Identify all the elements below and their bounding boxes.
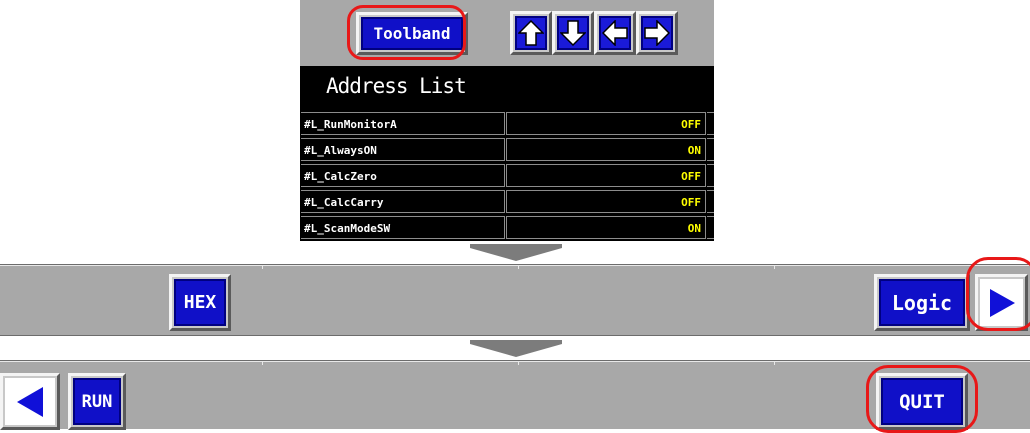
flow-arrow-down-icon — [470, 340, 562, 357]
table-row[interactable]: #L_CalcZero OFF — [300, 164, 714, 188]
address-value: OFF — [506, 164, 706, 187]
address-list-header: Address List — [300, 66, 714, 111]
flow-arrow-down-icon — [470, 244, 562, 261]
logic-button[interactable]: Logic — [874, 274, 970, 331]
scroll-down-button[interactable] — [552, 11, 594, 55]
hex-button[interactable]: HEX — [169, 274, 231, 331]
prev-page-button[interactable] — [0, 373, 60, 430]
cell-edge — [707, 138, 714, 161]
scroll-left-button[interactable] — [594, 11, 636, 55]
address-list-title: Address List — [326, 74, 467, 98]
scroll-right-button[interactable] — [636, 11, 678, 55]
address-name: #L_CalcZero — [301, 164, 505, 187]
table-row[interactable]: #L_AlwaysON ON — [300, 138, 714, 162]
arrow-right-icon — [644, 20, 670, 46]
address-value: OFF — [506, 112, 706, 135]
quit-highlight — [866, 365, 978, 433]
address-value: ON — [506, 216, 706, 239]
cell-edge — [707, 190, 714, 213]
next-page-highlight — [966, 257, 1030, 331]
toolband-bar-page1: HEX Logic — [0, 257, 1030, 336]
run-label: RUN — [81, 391, 113, 412]
address-name: #L_AlwaysON — [301, 138, 505, 161]
address-list-table: #L_RunMonitorA OFF #L_AlwaysON ON #L_Cal… — [300, 111, 714, 241]
hex-label: HEX — [183, 292, 217, 313]
logic-label: Logic — [891, 290, 953, 315]
address-name: #L_ScanModeSW — [301, 216, 505, 239]
address-name: #L_CalcCarry — [301, 190, 505, 213]
table-row[interactable]: #L_CalcCarry OFF — [300, 190, 714, 214]
run-button[interactable]: RUN — [68, 373, 126, 430]
table-row[interactable]: #L_ScanModeSW ON — [300, 216, 714, 240]
arrow-left-icon — [602, 20, 628, 46]
toolband-bar-page2: RUN QUIT — [0, 360, 1030, 433]
address-value: ON — [506, 138, 706, 161]
address-value: OFF — [506, 190, 706, 213]
cell-edge — [707, 112, 714, 135]
panel-toolbar: Toolband — [300, 0, 714, 66]
arrow-up-icon — [518, 20, 544, 46]
cell-edge — [707, 216, 714, 239]
scroll-up-button[interactable] — [510, 11, 552, 55]
triangle-left-icon — [17, 386, 43, 417]
toolband-highlight — [347, 5, 466, 60]
cell-edge — [707, 164, 714, 187]
arrow-down-icon — [560, 20, 586, 46]
address-name: #L_RunMonitorA — [301, 112, 505, 135]
table-row[interactable]: #L_RunMonitorA OFF — [300, 112, 714, 136]
address-monitor-panel: Toolband Address List #L_RunMonitorA OFF… — [300, 0, 714, 241]
